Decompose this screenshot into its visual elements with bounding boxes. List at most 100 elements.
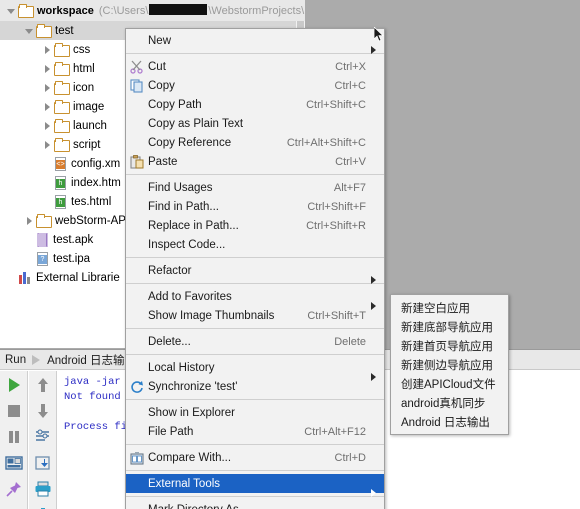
menu-item[interactable]: Copy Path Ctrl+Shift+C	[126, 95, 384, 114]
context-menu[interactable]: New Cut Ctrl+X Copy Ctrl+C Copy Path Ctrl+Shif…	[125, 28, 385, 509]
external-tools-submenu[interactable]: 新建空白应用新建底部导航应用新建首页导航应用 新建侧边导航应用 创建APICloud…	[390, 294, 509, 435]
chevron-right-icon[interactable]	[24, 215, 36, 227]
submenu-item[interactable]: 创建APICloud文件	[391, 374, 508, 393]
menu-item[interactable]: External Tools	[126, 474, 384, 497]
menu-item[interactable]: File Path Ctrl+Alt+F12	[126, 422, 384, 441]
html-file-icon: h	[54, 175, 67, 190]
chevron-down-icon[interactable]	[6, 5, 18, 17]
menu-item[interactable]: Cut Ctrl+X	[126, 57, 384, 76]
chevron-right-icon[interactable]	[42, 44, 54, 56]
ipa-file-icon: ?	[36, 251, 49, 266]
menu-item-label: External Tools	[148, 477, 221, 490]
menu-item-shortcut: Ctrl+C	[334, 79, 366, 92]
apk-file-icon	[36, 232, 49, 247]
chevron-right-icon[interactable]	[42, 82, 54, 94]
folder-icon	[36, 24, 52, 38]
submenu-item[interactable]: 新建侧边导航应用	[391, 355, 508, 374]
menu-item-shortcut: Alt+F7	[333, 181, 366, 194]
chevron-right-icon[interactable]	[42, 139, 54, 151]
menu-separator	[126, 444, 384, 445]
submenu-item-label: Android 日志输出	[401, 416, 490, 429]
menu-item-icon-slot	[126, 97, 148, 113]
run-icon[interactable]	[5, 376, 23, 394]
chevron-right-icon[interactable]	[42, 101, 54, 113]
menu-item[interactable]: Compare With... Ctrl+D	[126, 448, 384, 467]
soft-wrap-icon[interactable]	[34, 428, 52, 446]
layout-icon[interactable]	[4, 454, 23, 472]
menu-separator	[126, 470, 384, 471]
menu-item[interactable]: Find in Path... Ctrl+Shift+F	[126, 197, 384, 216]
tree-item-label: config.xm	[71, 157, 121, 170]
menu-item-icon-slot	[126, 360, 148, 376]
menu-item[interactable]: Paste Ctrl+V	[126, 152, 384, 171]
menu-item-label: Copy as Plain Text	[148, 117, 244, 130]
tree-item-label: test.ipa	[53, 252, 91, 265]
menu-item[interactable]: Copy Ctrl+C	[126, 76, 384, 95]
menu-item[interactable]: Mark Directory As	[126, 500, 384, 509]
menu-item-shortcut: Ctrl+X	[335, 60, 366, 73]
submenu-item[interactable]: android真机同步	[391, 393, 508, 412]
arrow-up-icon[interactable]	[34, 376, 52, 394]
menu-item-icon-slot	[126, 289, 148, 305]
menu-item-label: Copy Path	[148, 98, 202, 111]
menu-item[interactable]: Refactor	[126, 261, 384, 284]
menu-separator	[126, 496, 384, 497]
arrow-down-icon[interactable]	[34, 402, 52, 420]
pin-icon[interactable]	[5, 480, 23, 498]
menu-separator	[126, 399, 384, 400]
submenu-item[interactable]: Android 日志输出	[391, 412, 508, 431]
menu-item[interactable]: Synchronize 'test'	[126, 377, 384, 396]
workspace-path: (C:\Users\ \WebstormProjects\	[98, 4, 305, 17]
menu-item-icon-slot	[126, 199, 148, 215]
menu-item-shortcut: Ctrl+Shift+F	[307, 200, 366, 213]
menu-item[interactable]: Inspect Code...	[126, 235, 384, 254]
menu-item-icon-slot	[126, 405, 148, 421]
menu-item[interactable]: Find Usages Alt+F7	[126, 178, 384, 197]
menu-separator	[126, 283, 384, 284]
html-file-icon: h	[54, 194, 67, 209]
submenu-item[interactable]: 新建空白应用	[391, 298, 508, 317]
menu-item[interactable]: Show in Explorer	[126, 403, 384, 422]
project-path-header[interactable]: workspace (C:\Users\ \WebstormProjects\	[0, 0, 305, 21]
menu-item[interactable]: Delete... Delete	[126, 332, 384, 351]
menu-item-icon-slot	[126, 334, 148, 350]
chevron-down-icon[interactable]	[24, 25, 36, 37]
tree-item-label: image	[73, 100, 105, 113]
menu-item-label: Add to Favorites	[148, 290, 232, 303]
export-icon[interactable]	[34, 454, 52, 472]
chevron-right-icon[interactable]	[42, 120, 54, 132]
menu-item-icon-slot	[126, 218, 148, 234]
stop-icon[interactable]	[5, 402, 23, 420]
scissors-icon	[126, 59, 148, 75]
menu-item[interactable]: Show Image Thumbnails Ctrl+Shift+T	[126, 306, 384, 325]
menu-item-icon-slot	[126, 237, 148, 253]
folder-icon	[36, 214, 52, 228]
submenu-item-label: 新建空白应用	[401, 302, 470, 315]
run-tool-label[interactable]: Run	[5, 354, 26, 366]
menu-item-icon-slot	[126, 116, 148, 132]
menu-item-shortcut: Ctrl+Alt+F12	[304, 425, 366, 438]
menu-item-label: File Path	[148, 425, 194, 438]
menu-item-label: Local History	[148, 361, 215, 374]
menu-item[interactable]: Add to Favorites	[126, 287, 384, 310]
menu-item[interactable]: Local History	[126, 358, 384, 381]
menu-item[interactable]: New	[126, 31, 384, 54]
chevron-right-icon[interactable]	[42, 63, 54, 75]
submenu-item[interactable]: 新建首页导航应用	[391, 336, 508, 355]
workspace-label: workspace	[37, 4, 94, 17]
menu-separator	[126, 354, 384, 355]
menu-item[interactable]: Copy Reference Ctrl+Alt+Shift+C	[126, 133, 384, 152]
folder-icon	[54, 138, 70, 152]
pause-icon[interactable]	[5, 428, 23, 446]
menu-item-shortcut: Ctrl+V	[335, 155, 366, 168]
submenu-item-label: 新建底部导航应用	[401, 321, 493, 334]
run-config-label[interactable]: Android 日志输出	[47, 352, 136, 368]
menu-item[interactable]: Replace in Path... Ctrl+Shift+R	[126, 216, 384, 235]
submenu-item[interactable]: 新建底部导航应用	[391, 317, 508, 336]
print-icon[interactable]	[34, 480, 52, 498]
folder-icon	[54, 62, 70, 76]
menu-item[interactable]: Copy as Plain Text	[126, 114, 384, 133]
tree-item-label: index.htm	[71, 176, 121, 189]
